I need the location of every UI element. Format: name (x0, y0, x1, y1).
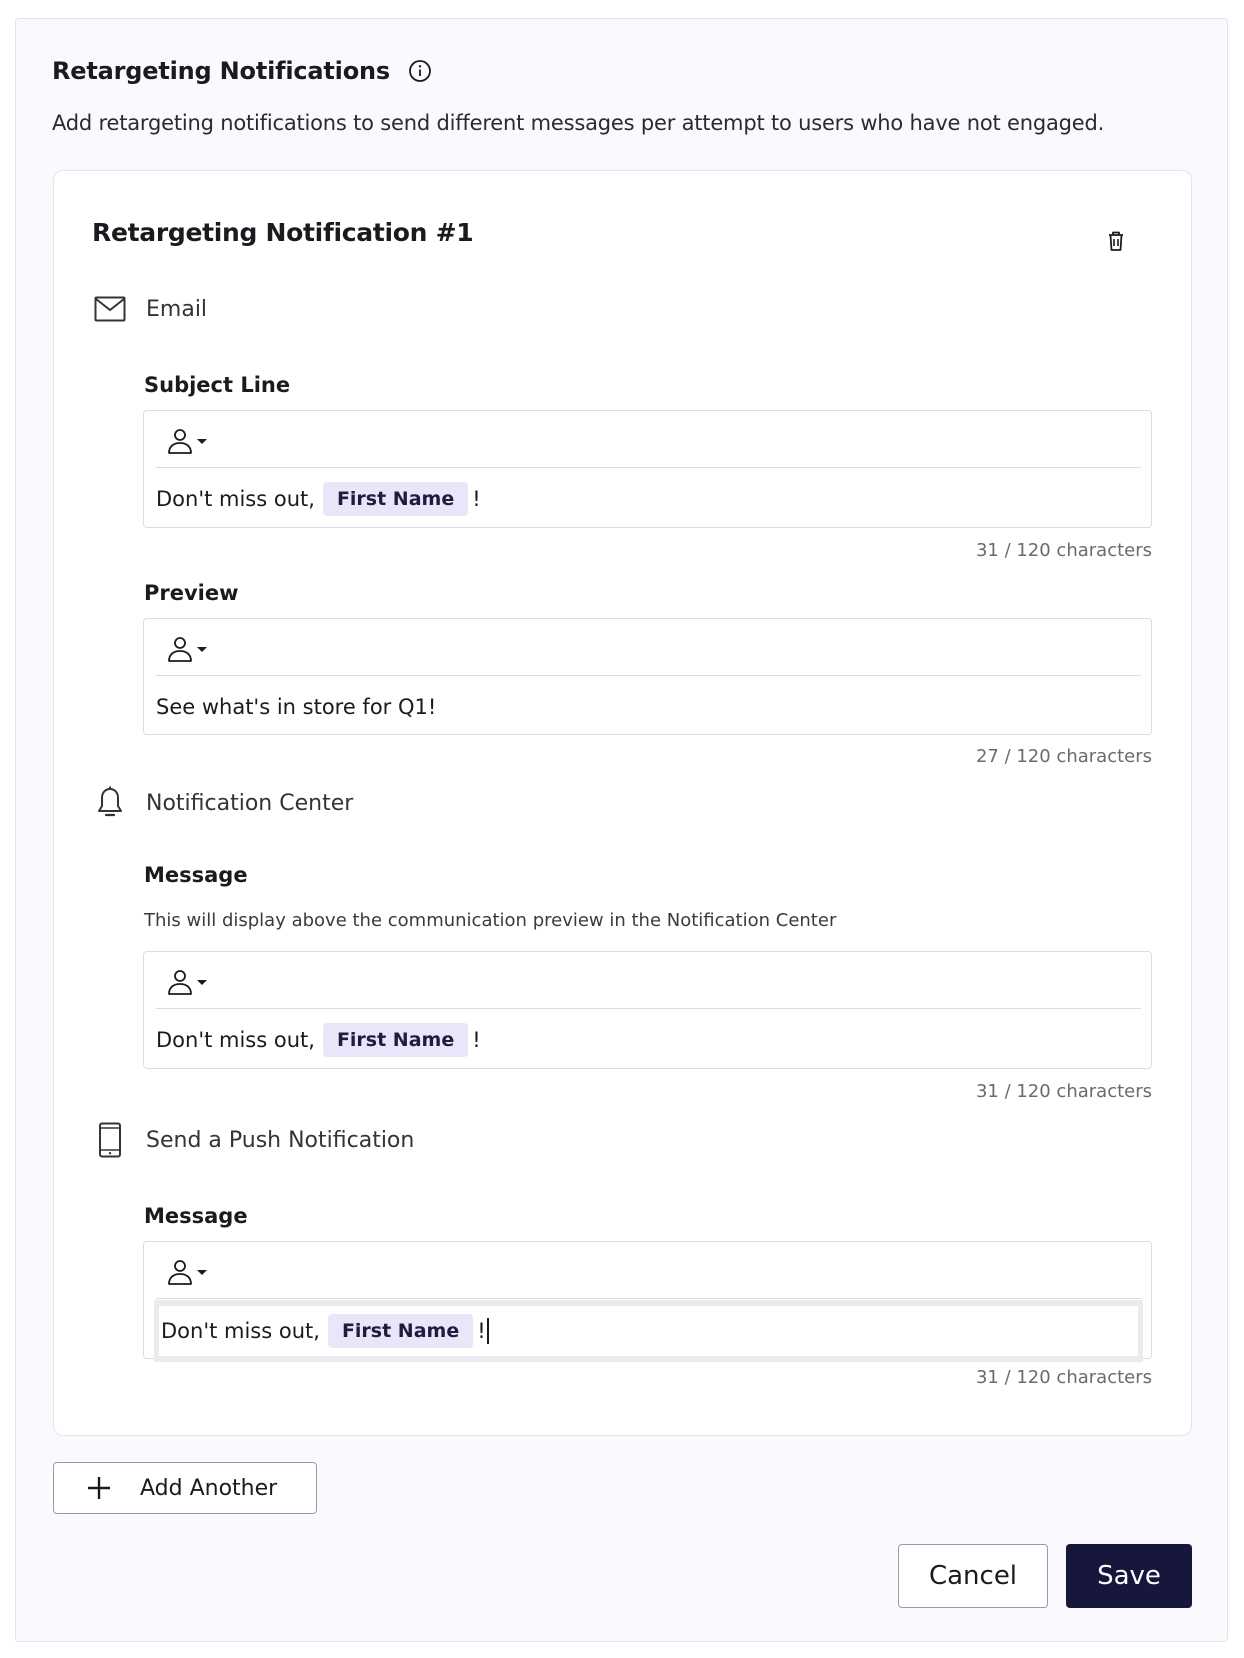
info-icon[interactable] (408, 59, 432, 83)
editor-toolbar (156, 1242, 1141, 1299)
subject-text-after: ! (472, 487, 481, 511)
push-channel: Send a Push Notification (94, 1122, 414, 1158)
first-name-token[interactable]: First Name (322, 1023, 469, 1057)
add-another-button[interactable]: Add Another (53, 1462, 317, 1514)
notification-center-label: Notification Center (146, 790, 354, 816)
push-channel-label: Send a Push Notification (146, 1127, 415, 1153)
first-name-token[interactable]: First Name (322, 482, 469, 516)
plus-icon (86, 1475, 112, 1501)
subject-character-count: 31 / 120 characters (975, 540, 1152, 561)
editor-toolbar (156, 952, 1141, 1009)
person-dropdown-icon[interactable] (162, 1258, 212, 1286)
person-dropdown-icon[interactable] (162, 635, 212, 663)
message-text: Don't miss out, (156, 1028, 315, 1052)
person-dropdown-icon[interactable] (162, 968, 212, 996)
notification-center-helper: This will display above the communicatio… (144, 910, 837, 931)
add-another-label: Add Another (140, 1475, 278, 1501)
email-channel-label: Email (146, 296, 208, 322)
cancel-button[interactable]: Cancel (898, 1544, 1048, 1608)
text-cursor (486, 1318, 489, 1344)
preview-character-count: 27 / 120 characters (975, 746, 1152, 767)
trash-icon[interactable] (1104, 228, 1128, 254)
notification-center-character-count: 31 / 120 characters (975, 1081, 1152, 1102)
email-channel: Email (94, 296, 207, 322)
save-button[interactable]: Save (1066, 1544, 1192, 1608)
subject-line-label: Subject Line (144, 373, 291, 397)
notification-center-editor[interactable]: Don't miss out, First Name! (143, 951, 1152, 1069)
subject-line-editor[interactable]: Don't miss out, First Name! (143, 410, 1152, 528)
notification-center-message-label: Message (144, 863, 248, 887)
section-description: Add retargeting notifications to send di… (52, 111, 1105, 135)
message-text: Don't miss out, (161, 1319, 320, 1343)
first-name-token[interactable]: First Name (327, 1314, 474, 1348)
bell-icon (94, 786, 126, 820)
preview-input[interactable]: See what's in store for Q1! (156, 687, 1141, 727)
message-text-after: ! (472, 1028, 481, 1052)
push-character-count: 31 / 120 characters (975, 1367, 1152, 1388)
preview-text: See what's in store for Q1! (156, 695, 437, 719)
push-message-editor[interactable]: Don't miss out, First Name! (143, 1241, 1152, 1362)
push-message-label: Message (144, 1204, 248, 1228)
section-title-text: Retargeting Notifications (52, 57, 390, 85)
notification-center-channel: Notification Center (94, 786, 353, 820)
notification-center-input[interactable]: Don't miss out, First Name! (156, 1020, 1141, 1060)
preview-editor[interactable]: See what's in store for Q1! (143, 618, 1152, 735)
envelope-icon (94, 296, 126, 322)
message-text-after: ! (477, 1319, 486, 1343)
person-dropdown-icon[interactable] (162, 427, 212, 455)
subject-line-input[interactable]: Don't miss out, First Name! (156, 479, 1141, 519)
editor-toolbar (156, 411, 1141, 468)
section-title: Retargeting Notifications (52, 57, 432, 85)
subject-text: Don't miss out, (156, 487, 315, 511)
phone-icon (94, 1122, 126, 1158)
card-title: Retargeting Notification #1 (92, 218, 474, 247)
push-message-input[interactable]: Don't miss out, First Name! (154, 1300, 1143, 1362)
editor-toolbar (156, 619, 1141, 676)
preview-label: Preview (144, 581, 239, 605)
